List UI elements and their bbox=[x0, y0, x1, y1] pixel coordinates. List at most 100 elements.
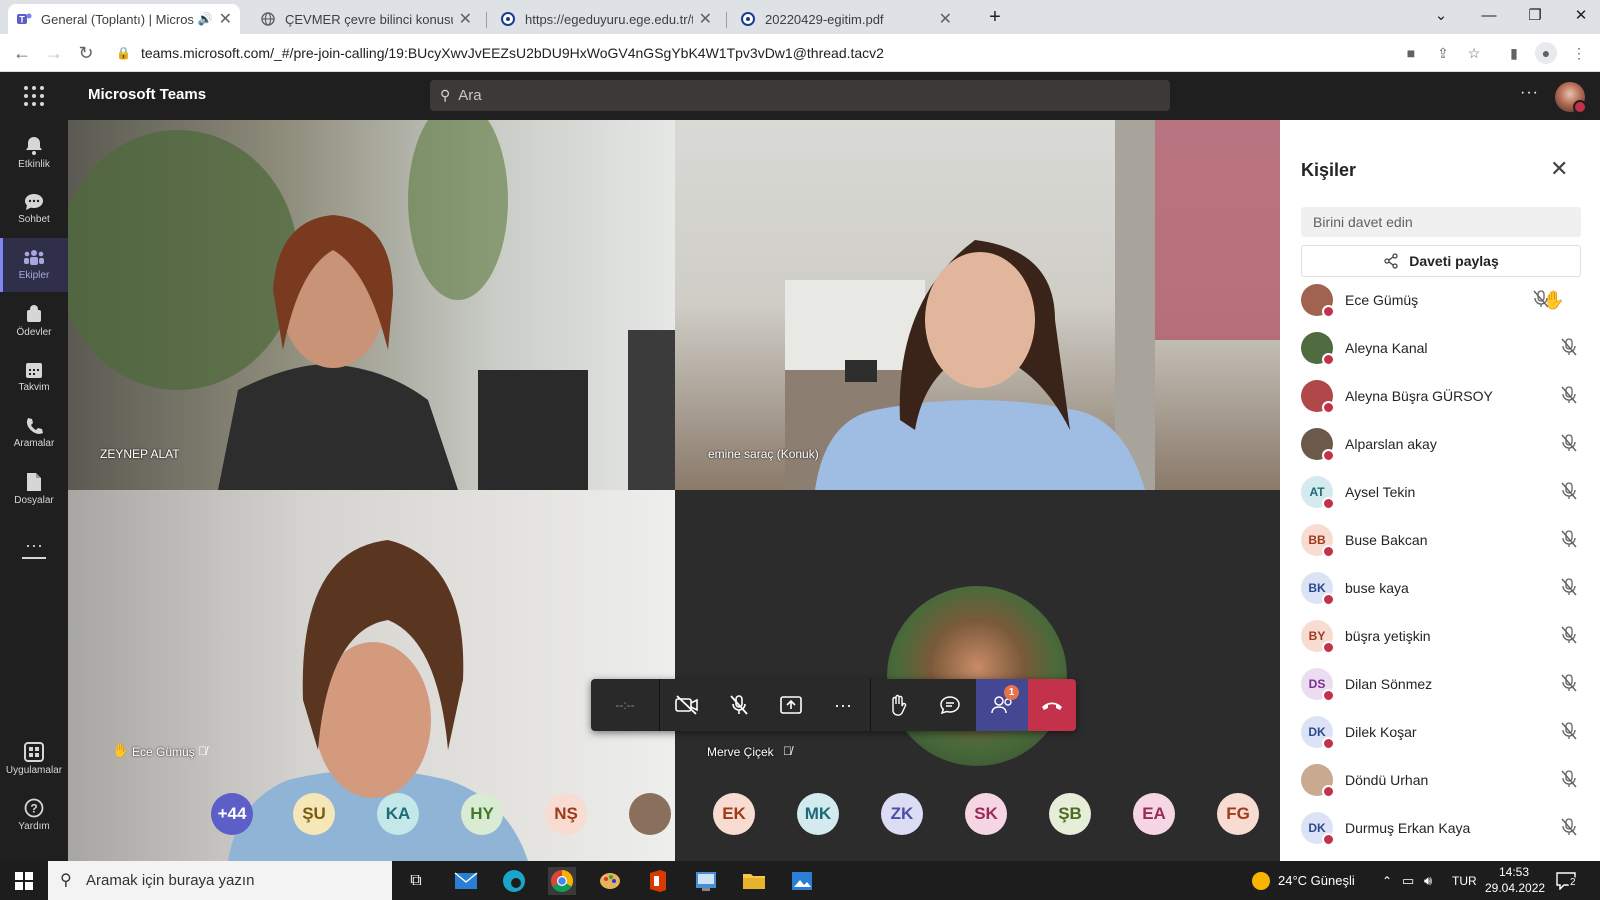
mic-off-icon[interactable] bbox=[1557, 529, 1581, 551]
participant-row[interactable]: DK Durmuş Erkan Kaya bbox=[1301, 808, 1581, 848]
restore-button[interactable]: ❐ bbox=[1512, 0, 1558, 30]
control-panel-icon[interactable] bbox=[692, 867, 720, 895]
participant-row[interactable]: DS Dilan Sönmez bbox=[1301, 664, 1581, 704]
invite-input[interactable]: Birini davet edin bbox=[1301, 207, 1581, 237]
language-indicator[interactable]: TUR bbox=[1452, 861, 1477, 900]
profile-icon[interactable]: ● bbox=[1535, 42, 1557, 64]
close-tab-icon[interactable]: ✕ bbox=[699, 9, 712, 29]
roster-bubble[interactable]: MK bbox=[797, 793, 839, 835]
camera-off-button[interactable] bbox=[661, 679, 713, 731]
notification-center-icon[interactable]: 2 bbox=[1556, 861, 1578, 900]
close-tab-icon[interactable]: ✕ bbox=[459, 9, 472, 29]
volume-icon[interactable]: 🔊︎ bbox=[1424, 861, 1432, 900]
more-options-icon[interactable]: ··· bbox=[1520, 84, 1539, 102]
mic-off-icon[interactable] bbox=[1557, 433, 1581, 455]
mail-icon[interactable] bbox=[452, 867, 480, 895]
participant-row[interactable]: BB Buse Bakcan bbox=[1301, 520, 1581, 560]
minimize-button[interactable]: — bbox=[1466, 0, 1512, 30]
mic-off-icon[interactable] bbox=[1557, 817, 1581, 839]
share-invite-button[interactable]: Daveti paylaş bbox=[1301, 245, 1581, 277]
paint-icon[interactable] bbox=[596, 867, 624, 895]
search-input[interactable]: ⚲ Ara bbox=[430, 80, 1170, 111]
roster-bubble[interactable]: NŞ bbox=[545, 793, 587, 835]
participant-row[interactable]: BK buse kaya bbox=[1301, 568, 1581, 608]
participant-row[interactable]: Aleyna Büşra GÜRSOY bbox=[1301, 376, 1581, 416]
roster-bubble[interactable]: EK bbox=[713, 793, 755, 835]
mic-off-icon[interactable] bbox=[1557, 577, 1581, 599]
rail-more-icon[interactable]: ··· bbox=[0, 518, 68, 572]
tab-search-chevron-icon[interactable]: ⌄ bbox=[1418, 0, 1464, 30]
browser-tab-cevmer[interactable]: ÇEVMER çevre bilinci konusunda... ✕ bbox=[252, 4, 480, 34]
browser-tab-teams[interactable]: T General (Toplantı) | Microsoft Teams 🔊… bbox=[8, 4, 240, 34]
browser-tab-egeduyuru[interactable]: https://egeduyuru.ege.edu.tr/tum... ✕ bbox=[492, 4, 720, 34]
share-page-icon[interactable]: ⇪ bbox=[1432, 42, 1454, 64]
participants-button[interactable]: 1 bbox=[976, 679, 1028, 731]
close-tab-icon[interactable]: ✕ bbox=[219, 9, 232, 29]
rail-item-files[interactable]: Dosyalar bbox=[0, 462, 68, 516]
rail-item-chat[interactable]: Sohbet bbox=[0, 182, 68, 236]
rail-item-calls[interactable]: Aramalar bbox=[0, 406, 68, 460]
file-explorer-icon[interactable] bbox=[740, 867, 768, 895]
mic-off-icon[interactable] bbox=[1557, 625, 1581, 647]
rail-item-apps[interactable]: Uygulamalar bbox=[0, 732, 68, 786]
rail-item-help[interactable]: ? Yardım bbox=[0, 788, 68, 842]
roster-bubble[interactable]: ZK bbox=[881, 793, 923, 835]
share-screen-button[interactable] bbox=[765, 679, 817, 731]
rail-item-calendar[interactable]: Takvim bbox=[0, 350, 68, 404]
roster-bubble[interactable]: SK bbox=[965, 793, 1007, 835]
app-launcher-icon[interactable] bbox=[22, 84, 46, 108]
mic-off-icon[interactable] bbox=[1557, 385, 1581, 407]
roster-bubble[interactable]: FG bbox=[1217, 793, 1259, 835]
roster-bubble[interactable]: EA bbox=[1133, 793, 1175, 835]
participant-row[interactable]: AT Aysel Tekin bbox=[1301, 472, 1581, 512]
participant-row[interactable]: BY büşra yetişkin bbox=[1301, 616, 1581, 656]
avatar[interactable] bbox=[1555, 82, 1587, 114]
chat-button[interactable] bbox=[924, 679, 976, 731]
participant-row[interactable]: Döndü Urhan bbox=[1301, 760, 1581, 800]
rail-item-teams[interactable]: Ekipler bbox=[0, 238, 68, 292]
windows-start-icon[interactable] bbox=[10, 867, 38, 895]
mic-off-icon[interactable] bbox=[1557, 337, 1581, 359]
taskbar-search-input[interactable]: ⚲ Aramak için buraya yazın bbox=[48, 861, 392, 900]
mic-off-icon[interactable] bbox=[1557, 673, 1581, 695]
url-field[interactable]: 🔒 teams.microsoft.com/_#/pre-join-callin… bbox=[116, 40, 1386, 66]
participant-row[interactable]: DK Dilek Koşar bbox=[1301, 712, 1581, 752]
mic-off-icon[interactable] bbox=[1557, 769, 1581, 791]
office-icon[interactable] bbox=[644, 867, 672, 895]
camera-blocked-icon[interactable]: ■ bbox=[1400, 42, 1422, 64]
rail-item-assignments[interactable]: Ödevler bbox=[0, 294, 68, 348]
roster-bubble[interactable]: ŞU bbox=[293, 793, 335, 835]
edge-icon[interactable] bbox=[500, 867, 528, 895]
participant-row[interactable]: Alparslan akay bbox=[1301, 424, 1581, 464]
browser-tab-pdf[interactable]: 20220429-egitim.pdf ✕ bbox=[732, 4, 960, 34]
more-actions-icon[interactable]: ··· bbox=[817, 679, 869, 731]
photos-icon[interactable] bbox=[788, 867, 816, 895]
roster-overflow-bubble[interactable]: +44 bbox=[211, 793, 253, 835]
participant-row[interactable]: Aleyna Kanal bbox=[1301, 328, 1581, 368]
close-window-button[interactable]: ✕ bbox=[1558, 0, 1600, 30]
mic-off-icon[interactable] bbox=[1557, 721, 1581, 743]
participant-row[interactable]: Ece Gümüş ✋ bbox=[1301, 280, 1581, 320]
chevron-up-icon[interactable]: ⌃ bbox=[1382, 861, 1392, 900]
mic-off-button[interactable] bbox=[713, 679, 765, 731]
reload-icon[interactable]: ↻ bbox=[72, 39, 100, 67]
bookmark-star-icon[interactable]: ☆ bbox=[1463, 42, 1485, 64]
roster-bubble[interactable]: ŞB bbox=[1049, 793, 1091, 835]
close-tab-icon[interactable]: ✕ bbox=[939, 9, 952, 29]
clock[interactable]: 14:53 29.04.2022 bbox=[1485, 864, 1545, 896]
roster-bubble[interactable]: HY bbox=[461, 793, 503, 835]
chrome-icon[interactable] bbox=[548, 867, 576, 895]
task-view-icon[interactable]: ⧉ bbox=[402, 867, 430, 895]
browser-menu-icon[interactable]: ⋮ bbox=[1568, 42, 1590, 64]
raise-hand-button[interactable] bbox=[872, 679, 924, 731]
close-panel-icon[interactable]: ✕ bbox=[1550, 156, 1568, 182]
rail-item-activity[interactable]: Etkinlik bbox=[0, 126, 68, 180]
weather-widget[interactable]: 24°C Güneşli bbox=[1252, 861, 1355, 900]
roster-bubble[interactable] bbox=[629, 793, 671, 835]
mic-off-icon[interactable] bbox=[1557, 481, 1581, 503]
back-arrow-icon[interactable]: ← bbox=[8, 39, 36, 67]
roster-bubble[interactable]: KA bbox=[377, 793, 419, 835]
side-panel-icon[interactable]: ▮ bbox=[1503, 42, 1525, 64]
network-icon[interactable]: ▭ bbox=[1402, 861, 1414, 900]
new-tab-button[interactable]: + bbox=[972, 2, 1018, 32]
